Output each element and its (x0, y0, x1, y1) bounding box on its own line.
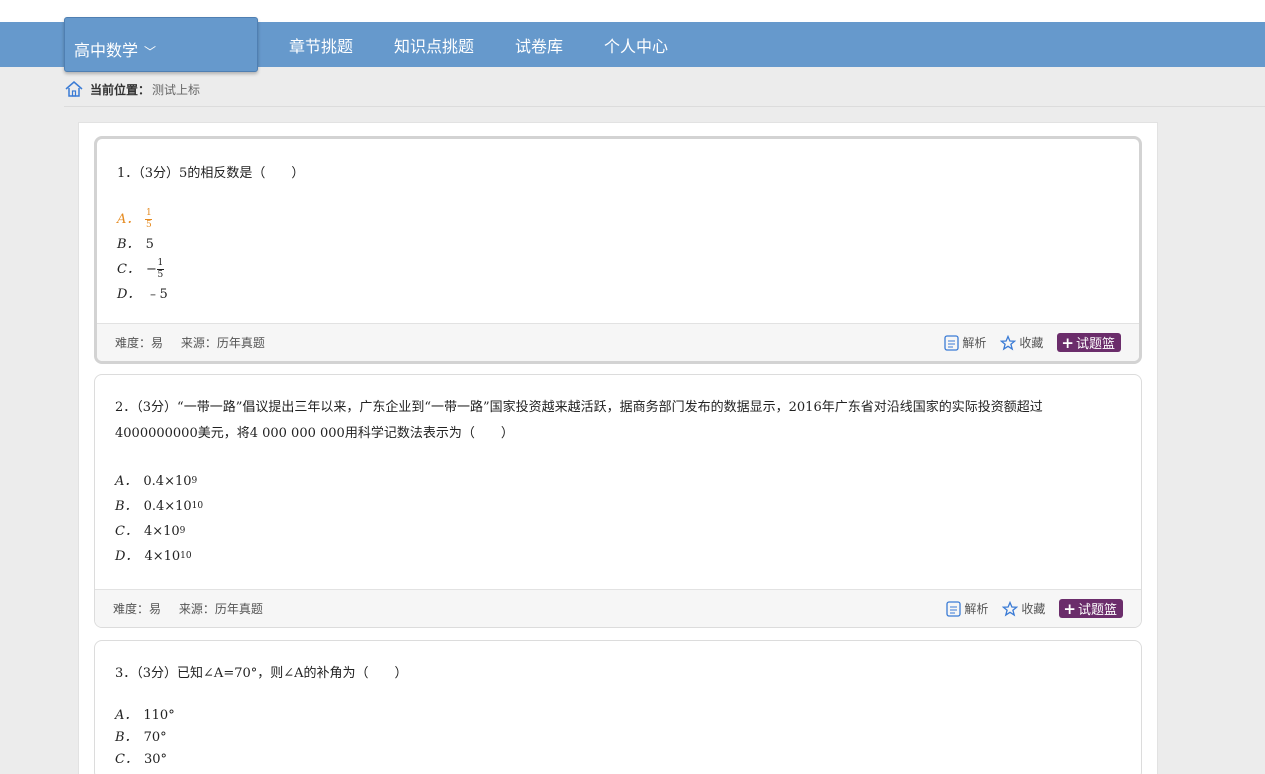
favorite-label: 收藏 (1021, 602, 1046, 616)
star-icon (1000, 334, 1017, 350)
option-letter: A． (117, 212, 140, 227)
difficulty-label: 难度：易 (115, 336, 164, 350)
analysis-button[interactable]: 解析 (946, 600, 988, 617)
question-footer: 难度：易 来源：历年真题 解析 收藏 + 试题篮 (95, 589, 1141, 627)
option-letter: B． (115, 730, 138, 745)
denominator: 5 (146, 220, 152, 230)
subject-label: 高中数学 (74, 41, 139, 60)
source-label: 来源：历年真题 (180, 336, 265, 350)
question-card[interactable]: 3．（3分）已知∠A=70°，则∠A的补角为（ ） A． 110° B． 70°… (94, 640, 1142, 774)
nav-link-chapter[interactable]: 章节挑题 (289, 33, 353, 57)
fraction: 15 (156, 258, 164, 280)
option-text: 110° (143, 708, 175, 723)
numerator: 1 (146, 208, 152, 218)
denominator: 5 (157, 270, 164, 280)
favorite-label: 收藏 (1019, 336, 1044, 350)
option-letter: C． (115, 752, 138, 767)
option-c[interactable]: C． 4×10 9 (115, 519, 1121, 544)
plus-icon: + (1061, 333, 1074, 352)
analysis-label: 解析 (962, 336, 987, 350)
analysis-button[interactable]: 解析 (944, 334, 986, 351)
chevron-down-icon: ﹀ (144, 45, 157, 59)
question-stem: 2．（3分）“一带一路”倡议提出三年以来，广东企业到“一带一路”国家投资越来越活… (115, 400, 1043, 441)
option-b[interactable]: B． 0.4×10 10 (115, 494, 1121, 519)
breadcrumb-current: 测试上标 (152, 82, 201, 97)
option-d[interactable]: D． 4×10 10 (115, 544, 1121, 569)
question-footer: 难度：易 来源：历年真题 解析 收藏 + 试题篮 (97, 323, 1139, 361)
option-a[interactable]: A． 15 (117, 207, 1119, 232)
option-text: 5 (145, 237, 154, 252)
numerator: 1 (157, 258, 164, 268)
option-letter: A． (115, 474, 138, 489)
option-exponent: 9 (191, 476, 198, 486)
favorite-button[interactable]: 收藏 (1002, 600, 1045, 617)
subject-dropdown[interactable]: 高中数学 ﹀ (64, 17, 258, 72)
home-icon[interactable] (64, 80, 84, 98)
nav-link-paper-library[interactable]: 试卷库 (515, 33, 563, 57)
question-card[interactable]: 2．（3分）“一带一路”倡议提出三年以来，广东企业到“一带一路”国家投资越来越活… (94, 374, 1142, 628)
option-letter: D． (115, 549, 139, 564)
option-b[interactable]: B． 70° (115, 727, 1121, 749)
option-text: 30° (143, 752, 167, 767)
add-to-basket-button[interactable]: + 试题篮 (1057, 333, 1121, 352)
option-exponent: 10 (180, 551, 192, 561)
option-c[interactable]: C． 30° (115, 749, 1121, 771)
option-base: 0.4×10 (143, 474, 192, 489)
option-letter: C． (115, 524, 138, 539)
fraction: 15 (145, 208, 153, 230)
option-d[interactable]: D． ﹣5 (117, 282, 1119, 307)
option-base: 0.4×10 (143, 499, 192, 514)
option-letter: B． (115, 499, 138, 514)
document-icon (944, 334, 960, 351)
option-letter: B． (117, 237, 140, 252)
plus-icon: + (1063, 599, 1076, 618)
nav-link-knowledge[interactable]: 知识点挑题 (394, 33, 474, 57)
question-stem: 1．（3分）5的相反数是（ ） (117, 166, 305, 181)
option-letter: C． (117, 262, 140, 277)
option-a[interactable]: A． 110° (115, 705, 1121, 727)
add-to-basket-button[interactable]: + 试题篮 (1059, 599, 1123, 618)
option-b[interactable]: B． 5 (117, 232, 1119, 257)
option-c[interactable]: C． − 15 (117, 257, 1119, 282)
option-letter: A． (115, 708, 138, 723)
option-base: 4×10 (144, 549, 181, 564)
breadcrumb-label: 当前位置： (90, 82, 151, 97)
option-exponent: 10 (191, 501, 204, 511)
favorite-button[interactable]: 收藏 (1000, 334, 1043, 351)
option-base: 4×10 (143, 524, 180, 539)
option-text: 70° (143, 730, 167, 745)
basket-label: 试题篮 (1077, 603, 1117, 618)
question-stem: 3．（3分）已知∠A=70°，则∠A的补角为（ ） (115, 666, 408, 681)
star-icon (1002, 600, 1019, 616)
divider (64, 106, 1265, 107)
source-label: 来源：历年真题 (178, 602, 263, 616)
option-exponent: 9 (179, 526, 186, 536)
nav-link-personal-center[interactable]: 个人中心 (604, 33, 668, 57)
question-card[interactable]: 1．（3分）5的相反数是（ ） A． 15 B． 5 C． − 15 D． ﹣5… (94, 136, 1142, 364)
option-text: ﹣5 (146, 287, 168, 302)
basket-label: 试题篮 (1075, 337, 1115, 352)
document-icon (946, 600, 962, 617)
option-letter: D． (117, 287, 141, 302)
option-a[interactable]: A． 0.4×10 9 (115, 469, 1121, 494)
analysis-label: 解析 (964, 602, 989, 616)
nav-links: 章节挑题 知识点挑题 试卷库 个人中心 (289, 22, 709, 67)
option-sign: − (145, 262, 157, 277)
breadcrumb: 当前位置： 测试上标 (64, 80, 200, 98)
difficulty-label: 难度：易 (113, 602, 162, 616)
